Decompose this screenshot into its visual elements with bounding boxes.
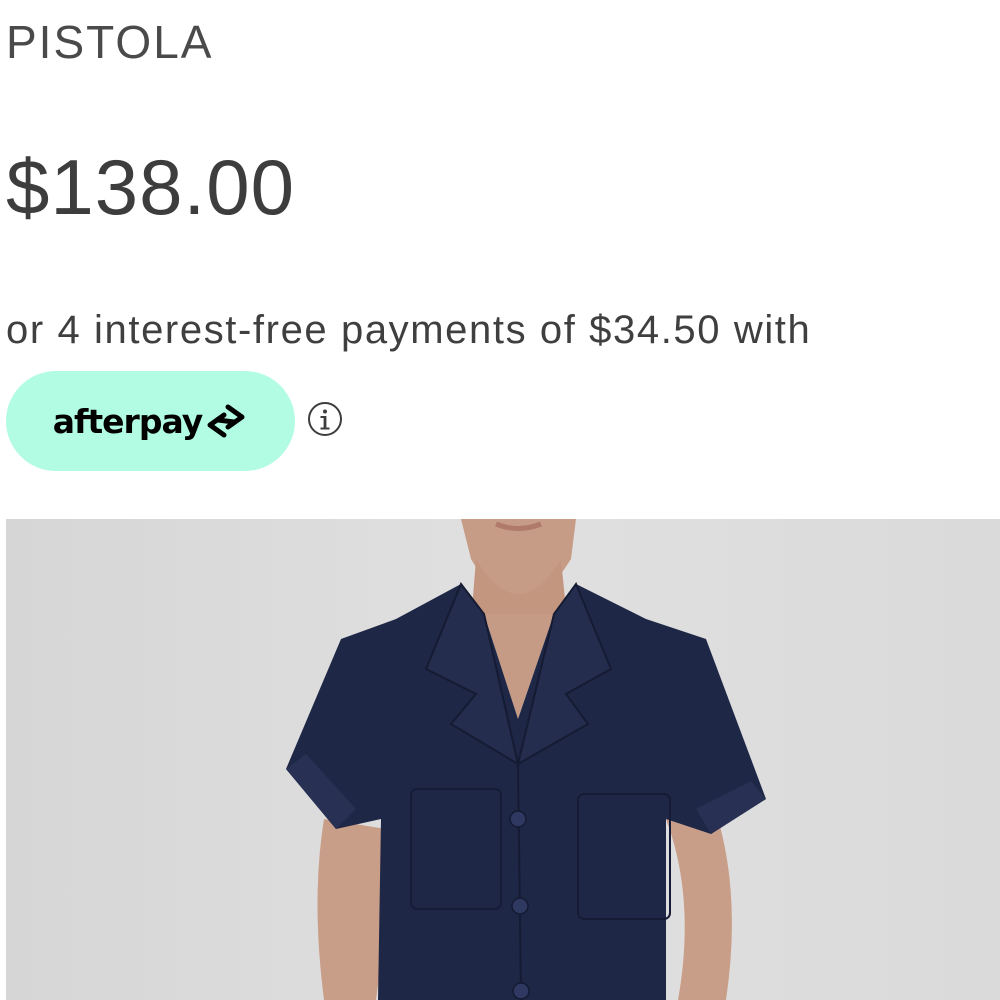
product-price: $138.00 [6,143,295,231]
afterpay-badge[interactable]: afterpay [6,371,295,471]
afterpay-wordmark: afterpay [52,401,203,441]
afterpay-arrows-icon [207,404,245,438]
installments-text: or 4 interest-free payments of $34.50 wi… [6,308,812,352]
model-in-jumpsuit-illustration [6,519,1000,1000]
afterpay-logo: afterpay [53,402,248,441]
info-icon[interactable] [307,401,343,437]
product-image[interactable] [6,519,1000,1000]
product-brand[interactable]: PISTOLA [6,14,213,70]
